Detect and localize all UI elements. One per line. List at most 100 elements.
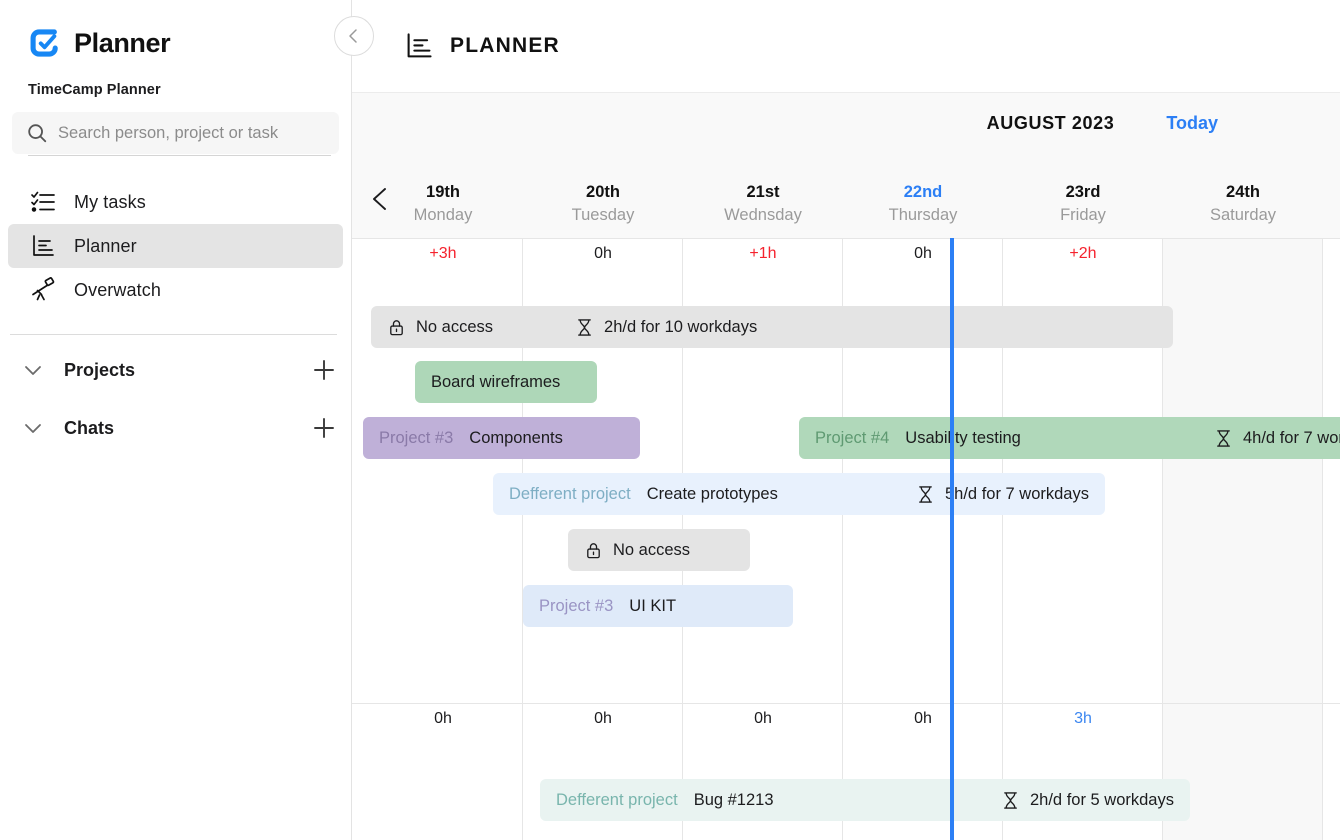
task-bar[interactable]: Defferent project Create prototypes 5h/d f… [493, 473, 1105, 515]
day-name: Friday [1003, 204, 1163, 226]
main-content: PLANNER AUGUST 2023 Today 19thMonday20th… [352, 0, 1340, 840]
task-bar-project: Project #3 [379, 429, 453, 448]
day-number: 21st [683, 181, 843, 203]
chevron-down-icon[interactable] [22, 417, 44, 439]
chevron-down-icon[interactable] [22, 359, 44, 381]
sidebar-section-projects[interactable]: Projects [22, 347, 337, 393]
month-row: AUGUST 2023 Today [352, 113, 1340, 134]
hours-cell [1163, 703, 1323, 737]
task-bar-duration: 4h/d for 7 workdays [1214, 429, 1340, 448]
brand-name: Planner [74, 28, 170, 59]
task-bar[interactable]: Project #4Usability testing4h/d for 7 wo… [799, 417, 1340, 459]
day-header-saturday[interactable]: 24thSaturday [1163, 181, 1323, 226]
planner-app: Planner TimeCamp Planner [0, 0, 1340, 840]
search-box[interactable] [12, 112, 339, 154]
hours-cell: +1h [683, 238, 843, 272]
hours-cell: 0h [363, 703, 523, 737]
task-bar[interactable]: No access 2h/d for 10 workdays [371, 306, 1173, 348]
task-bar-duration: 2h/d for 5 workdays [1001, 791, 1174, 810]
chevron-left-icon [346, 28, 362, 44]
section-title: Chats [64, 418, 311, 439]
hours-cell: +3h [363, 238, 523, 272]
planner-icon [30, 233, 56, 259]
search-input[interactable] [58, 124, 325, 143]
task-bar-duration-text: 5h/d for 7 workdays [945, 485, 1089, 504]
add-chat-button[interactable] [311, 415, 337, 441]
timeline-row: +3h0h+1h0h+2hNo access2h/d for 10 workda… [352, 238, 1340, 703]
day-number: 19th [363, 181, 523, 203]
day-name: Saturday [1163, 204, 1323, 226]
day-header-thursday[interactable]: 22ndThursday [843, 181, 1003, 226]
checklist-icon [30, 189, 56, 215]
day-headers: 19thMonday20thTuesday21stWednsday22ndThu… [352, 181, 1340, 226]
task-bar-duration-text: 4h/d for 7 workdays [1243, 429, 1340, 448]
day-header-wednsday[interactable]: 21stWednsday [683, 181, 843, 226]
sidebar-item-label: Planner [74, 236, 137, 257]
sidebar-item-label: My tasks [74, 192, 146, 213]
add-project-button[interactable] [311, 357, 337, 383]
task-bar[interactable]: Project #3 Components [363, 417, 640, 459]
hours-cell: 0h [683, 703, 843, 737]
day-header-tuesday[interactable]: 20thTuesday [523, 181, 683, 226]
task-bar-duration: 5h/d for 7 workdays [916, 485, 1089, 504]
day-number: 22nd [843, 181, 1003, 203]
task-bar[interactable]: Defferent project Bug #1213 2h/d for 5 wor… [540, 779, 1190, 821]
hours-row: +3h0h+1h0h+2h [352, 238, 1340, 272]
sidebar-item-overwatch[interactable]: Overwatch [8, 268, 343, 312]
lock-icon [584, 541, 603, 560]
task-bar-project: Defferent project [509, 485, 631, 504]
task-bar-title: No access [613, 541, 690, 560]
hours-row: 0h0h0h0h3h [352, 703, 1340, 737]
task-bar-text: 2h/d for 10 workdays [604, 318, 757, 337]
task-bar-title: Bug #1213 [694, 791, 774, 810]
month-label: AUGUST 2023 [987, 113, 1115, 134]
task-bar-project: Project #3 [539, 597, 613, 616]
workspace-name: TimeCamp Planner [28, 82, 351, 98]
timeline-grid[interactable]: +3h0h+1h0h+2hNo access2h/d for 10 workda… [352, 238, 1340, 840]
sidebar-collapse-button[interactable] [334, 16, 374, 56]
task-bar-project: Defferent project [556, 791, 678, 810]
hourglass-icon [1214, 429, 1233, 448]
task-bar-duration-text: 2h/d for 5 workdays [1030, 791, 1174, 810]
hours-cell: 0h [843, 238, 1003, 272]
task-bar-title: Usability testing [905, 429, 1021, 448]
task-bar-segment: No access [387, 318, 493, 337]
sidebar-section-chats[interactable]: Chats [22, 405, 337, 451]
day-name: Wednsday [683, 204, 843, 226]
lock-icon [387, 318, 406, 337]
hours-cell [1163, 238, 1323, 272]
day-header-monday[interactable]: 19thMonday [363, 181, 523, 226]
hours-cell: 0h [843, 703, 1003, 737]
hours-cell: 3h [1003, 703, 1163, 737]
task-bar[interactable]: Project #3 UI KIT [523, 585, 793, 627]
task-bar-segment: 2h/d for 10 workdays [575, 318, 757, 337]
hourglass-icon [575, 318, 594, 337]
sidebar-nav: My tasks Planner [0, 180, 351, 312]
task-bar[interactable]: No access [568, 529, 750, 571]
hourglass-icon [1001, 791, 1020, 810]
planner-icon [404, 31, 434, 61]
timeline-row: 0h0h0h0h3hDefferent projectBug #12132h/d… [352, 703, 1340, 840]
hours-cell: 0h [523, 703, 683, 737]
sidebar-item-label: Overwatch [74, 280, 161, 301]
hours-cell: +2h [1003, 238, 1163, 272]
task-bar-title: Create prototypes [647, 485, 778, 504]
hours-cell: 0h [523, 238, 683, 272]
page-title: PLANNER [450, 34, 560, 58]
sidebar-divider [10, 334, 337, 335]
sidebar-item-my-tasks[interactable]: My tasks [8, 180, 343, 224]
planner-logo-icon [28, 26, 62, 60]
day-name: Monday [363, 204, 523, 226]
task-bar-title: Board wireframes [431, 373, 560, 392]
day-number: 23rd [1003, 181, 1163, 203]
sidebar-item-planner[interactable]: Planner [8, 224, 343, 268]
task-bar-title: Components [469, 429, 563, 448]
day-header-friday[interactable]: 23rdFriday [1003, 181, 1163, 226]
task-bar-title: UI KIT [629, 597, 676, 616]
task-bar-text: No access [416, 318, 493, 337]
today-button[interactable]: Today [1166, 113, 1218, 134]
hourglass-icon [916, 485, 935, 504]
sidebar: Planner TimeCamp Planner [0, 0, 352, 840]
task-bar[interactable]: Board wireframes [415, 361, 597, 403]
timeline-date-bar: AUGUST 2023 Today 19thMonday20thTuesday2… [352, 93, 1340, 238]
